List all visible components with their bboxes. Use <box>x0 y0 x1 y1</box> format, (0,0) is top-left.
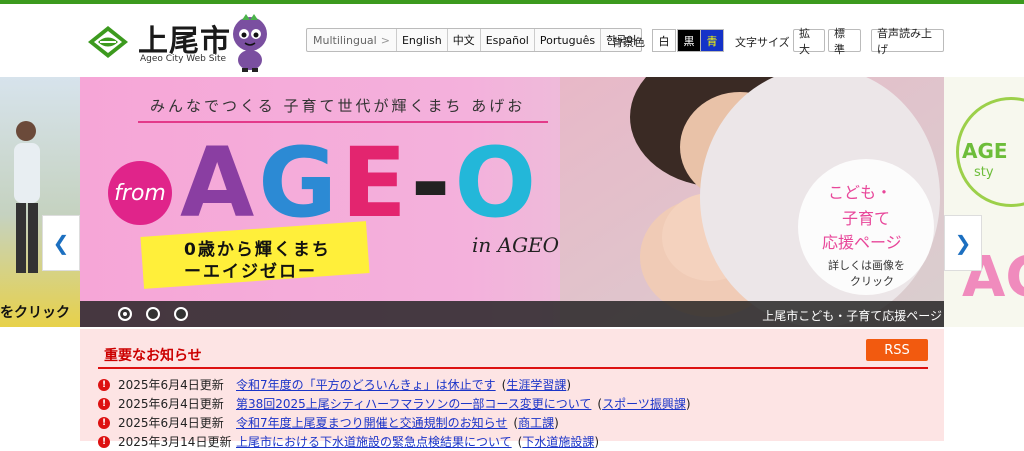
info-text-line2: 子育て <box>842 209 891 228</box>
notice-list: ! 2025年6月4日更新 令和7年度の「平方のどろいんきょ」は休止です (生涯… <box>98 375 928 451</box>
notice-category-link[interactable]: 下水道施設課 <box>522 433 594 450</box>
slider-next-button[interactable]: ❯ <box>944 215 982 271</box>
notice-category-link[interactable]: 生涯学習課 <box>506 376 566 393</box>
slide-caption: 上尾市こども・子育て応援ページ <box>762 309 942 323</box>
city-logo-icon[interactable] <box>84 20 132 62</box>
bg-white-button[interactable]: 白 <box>652 29 676 52</box>
notice-divider <box>98 367 928 369</box>
font-enlarge-button[interactable]: 拡大 <box>793 27 825 56</box>
notice-category-link[interactable]: スポーツ振興課 <box>602 395 686 412</box>
slide-dot-1[interactable] <box>118 307 132 321</box>
main-slide-banner[interactable]: みんなでつくる 子育て世代が輝くまち あげお from AGE-O 0歳から輝く… <box>80 77 944 327</box>
slide-subtitle-line2: ーエイジゼロー <box>184 262 317 282</box>
font-standard-button[interactable]: 標準 <box>828 27 861 56</box>
alert-icon: ! <box>98 378 110 391</box>
voice-read-button[interactable]: 音声読み上げ <box>871 27 944 56</box>
ageo-letter-o: O <box>454 127 541 239</box>
lang-spanish-link[interactable]: Español <box>479 29 534 51</box>
info-text-line5: クリック <box>850 275 894 288</box>
bg-blue-button[interactable]: 青 <box>700 29 724 52</box>
lang-chinese-link[interactable]: 中文 <box>446 29 480 51</box>
notice-date: 2025年6月4日更新 <box>118 416 224 430</box>
from-badge: from <box>108 161 172 225</box>
slide-dot-3[interactable] <box>174 307 188 321</box>
list-item: ! 2025年6月4日更新 令和7年度上尾夏まつり開催と交通規制のお知らせ (商… <box>98 413 928 432</box>
important-notice-panel: 重要なお知らせ RSS ! 2025年6月4日更新 令和7年度の「平方のどろいん… <box>80 329 944 449</box>
notice-link[interactable]: 令和7年度の「平方のどろいんきょ」は休止です <box>236 376 496 393</box>
background-color-label: 背景色 <box>612 36 645 49</box>
ageo-letter-a: A <box>180 127 259 239</box>
info-text-line1: こども・ <box>828 183 893 202</box>
alert-icon: ! <box>98 435 110 448</box>
list-item: ! 2025年6月4日更新 第38回2025上尾シティハーフマラソンの一部コース… <box>98 394 928 413</box>
bg-black-button[interactable]: 黒 <box>677 29 701 52</box>
alert-icon: ! <box>98 416 110 429</box>
slide-dot-2[interactable] <box>146 307 160 321</box>
slide-caption-bar: 上尾市こども・子育て応援ページ <box>80 301 944 327</box>
list-item: ! 2025年6月4日更新 令和7年度の「平方のどろいんきょ」は休止です (生涯… <box>98 375 928 394</box>
notice-heading: 重要なお知らせ <box>104 348 202 364</box>
ageo-dash: - <box>410 127 455 239</box>
info-text-line4: 詳しくは画像を <box>828 259 905 272</box>
next-slide-subtitle: sty <box>974 165 994 180</box>
site-header: 上尾市 Ageo City Web Site Multilingual > En… <box>0 4 1024 76</box>
next-slide-preview[interactable]: AGE sty AG <box>944 77 1024 327</box>
rss-button[interactable]: RSS <box>866 339 928 361</box>
notice-date: 2025年6月4日更新 <box>118 378 224 392</box>
font-size-label: 文字サイズ <box>735 36 790 49</box>
next-slide-title: AGE <box>962 139 1008 163</box>
list-item: ! 2025年3月14日更新 上尾市における下水道施設の緊急点検結果について (… <box>98 432 928 451</box>
notice-category-link[interactable]: 商工課 <box>518 414 554 431</box>
mascot-character-icon <box>233 14 267 72</box>
slide-tagline: みんなでつくる 子育て世代が輝くまち あげお <box>150 97 526 115</box>
notice-link[interactable]: 令和7年度上尾夏まつり開催と交通規制のお知らせ <box>236 414 507 431</box>
prev-slide-preview[interactable]: をクリック <box>0 77 80 327</box>
ageo-letter-g: G <box>258 127 342 239</box>
chevron-right-icon: > <box>380 33 390 47</box>
tagline-underline <box>138 121 548 123</box>
notice-link[interactable]: 上尾市における下水道施設の緊急点検結果について <box>236 433 512 450</box>
info-text-line3: 応援ページ <box>822 233 902 252</box>
lang-portuguese-link[interactable]: Português <box>533 29 600 51</box>
slider-prev-button[interactable]: ❮ <box>42 215 80 271</box>
lang-english-link[interactable]: English <box>395 29 447 51</box>
alert-icon: ! <box>98 397 110 410</box>
prev-slide-text: をクリック <box>0 305 70 321</box>
language-selector: Multilingual > English 中文 Español Portug… <box>306 28 643 52</box>
site-subtitle: Ageo City Web Site <box>140 54 227 64</box>
multilingual-label: Multilingual <box>313 33 377 47</box>
notice-date: 2025年6月4日更新 <box>118 397 224 411</box>
notice-date: 2025年3月14日更新 <box>118 435 232 449</box>
hero-slider: をクリック みんなでつくる 子育て世代が輝くまち あげお from AGE-O … <box>0 77 1024 327</box>
in-ageo-text: in AGEO <box>472 233 560 257</box>
notice-link[interactable]: 第38回2025上尾シティハーフマラソンの一部コース変更について <box>236 395 591 412</box>
